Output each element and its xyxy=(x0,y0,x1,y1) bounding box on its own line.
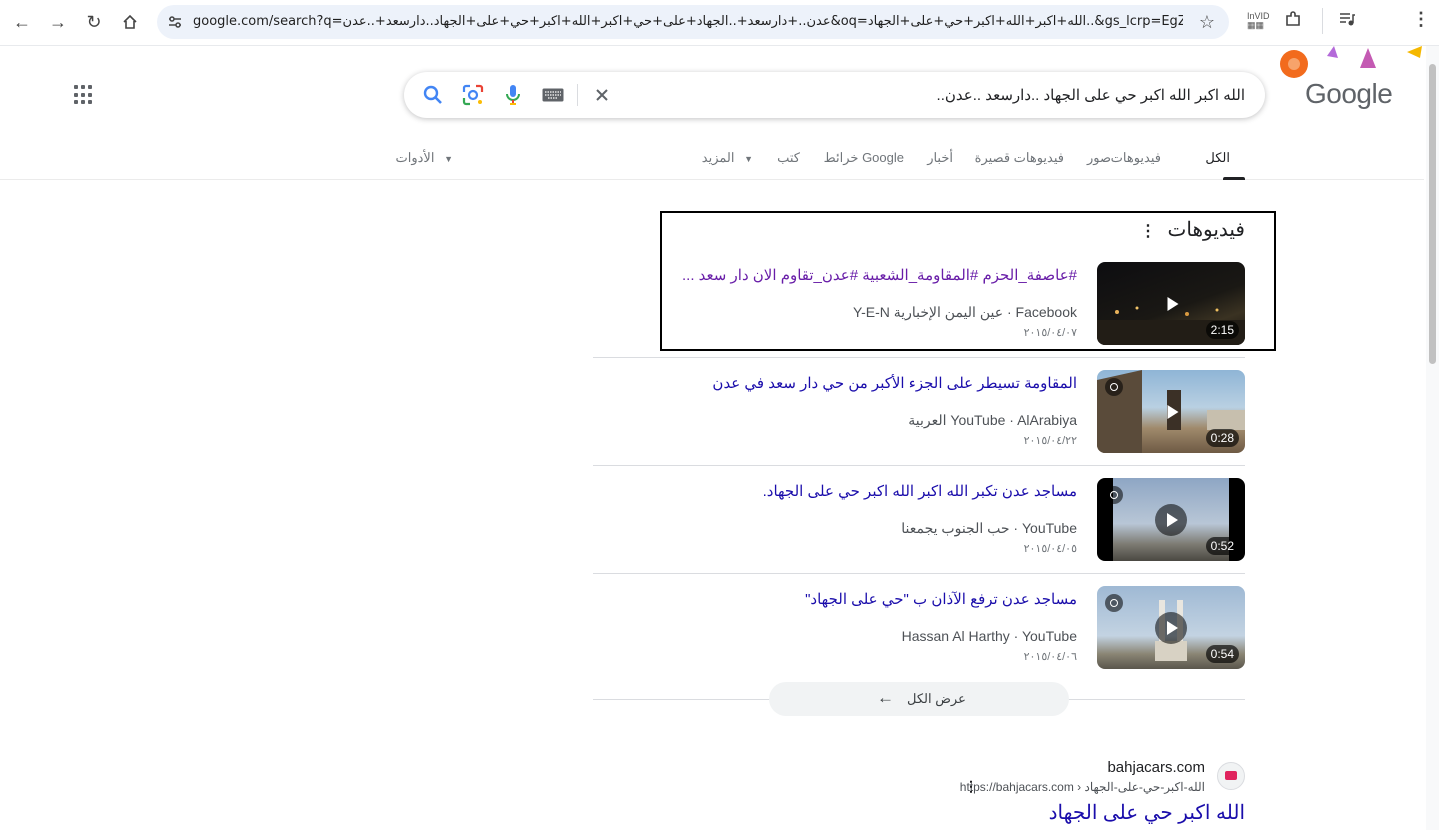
result-site-name[interactable]: bahjacars.com xyxy=(1107,759,1205,776)
toolbar-divider xyxy=(1322,8,1323,34)
video-thumbnail[interactable]: 0:52 xyxy=(1097,478,1245,561)
video-date: ٢٠١٥/٠٤/٠٦ xyxy=(1023,651,1077,663)
browser-toolbar: ← → ↻ google.com/search?q=عدن..+دارسعد+.… xyxy=(0,0,1439,46)
play-icon xyxy=(1167,296,1179,311)
back-icon[interactable]: ← xyxy=(8,8,36,36)
address-bar[interactable]: google.com/search?q=عدن..+دارسعد+..الجها… xyxy=(157,5,1229,39)
video-thumbnail[interactable]: 0:54 xyxy=(1097,586,1245,669)
tab-tools-label: الأدوات xyxy=(395,150,435,165)
extensions-puzzle-icon[interactable] xyxy=(1284,10,1302,31)
divider xyxy=(593,573,1245,574)
play-icon xyxy=(1155,611,1187,644)
video-date: ٢٠١٥/٠٤/٠٥ xyxy=(1023,543,1077,555)
video-meta: Hassan Al Harthy · YouTube xyxy=(901,628,1077,644)
video-thumbnail[interactable]: 2:15 xyxy=(1097,262,1245,345)
tab-images[interactable]: صور xyxy=(1087,150,1111,166)
video-duration: 0:52 xyxy=(1205,537,1239,555)
result-title[interactable]: الله اكبر حي على الجهاد xyxy=(1049,800,1245,825)
divider xyxy=(593,465,1245,466)
reload-icon[interactable]: ↻ xyxy=(80,8,108,36)
tab-more[interactable]: المزيد ▼ xyxy=(702,150,753,166)
tab-news[interactable]: أخبار xyxy=(927,150,953,166)
tab-tools[interactable]: الأدوات ▼ xyxy=(396,150,454,166)
video-date: ٢٠١٥/٠٤/٠٧ xyxy=(1023,327,1077,339)
search-box[interactable]: الله اكبر الله اكبر حي على الجهاد ..دارس… xyxy=(404,72,1265,118)
search-tabs: الكل فيديوهات صور فيديوهات قصيرة أخبار خ… xyxy=(0,140,1424,180)
keyboard-icon[interactable] xyxy=(541,83,565,107)
expand-icon xyxy=(1105,594,1123,612)
view-all-label: عرض الكل xyxy=(907,691,966,706)
tab-all[interactable]: الكل xyxy=(1205,150,1230,166)
google-lens-icon[interactable] xyxy=(461,83,485,107)
video-title[interactable]: المقاومة تسيطر على الجزء الأكبر من حي دا… xyxy=(712,374,1077,392)
video-title[interactable]: #عاصفة_الحزم #المقاومة_الشعبية #عدن_تقاو… xyxy=(682,266,1077,284)
tab-maps[interactable]: خرائط Google xyxy=(824,150,904,166)
expand-icon xyxy=(1105,486,1123,504)
browser-menu-icon[interactable]: ⋮ xyxy=(1412,9,1430,30)
video-meta: YouTube · AlArabiya العربية xyxy=(908,412,1077,428)
active-tab-indicator xyxy=(1223,177,1245,180)
chevron-down-icon: ▼ xyxy=(744,154,753,164)
chevron-down-icon: ▼ xyxy=(444,154,453,164)
scrollbar[interactable] xyxy=(1426,46,1439,830)
video-duration: 0:28 xyxy=(1205,429,1239,447)
video-duration: 2:15 xyxy=(1205,321,1239,339)
search-divider xyxy=(577,84,578,106)
tab-videos[interactable]: فيديوهات xyxy=(1111,150,1161,166)
play-icon xyxy=(1167,404,1179,419)
site-info-icon[interactable] xyxy=(167,14,183,30)
media-control-icon[interactable] xyxy=(1338,10,1356,31)
video-title[interactable]: مساجد عدن تكبر الله اكبر الله اكبر حي عل… xyxy=(763,482,1077,500)
url-text[interactable]: google.com/search?q=عدن..+دارسعد+..الجها… xyxy=(193,14,1183,29)
video-thumbnail[interactable]: 0:28 xyxy=(1097,370,1245,453)
video-meta: Facebook · عين اليمن الإخبارية Y-E-N xyxy=(853,304,1077,320)
clear-icon[interactable] xyxy=(590,83,614,107)
expand-icon xyxy=(1105,378,1123,396)
logo-text: Google xyxy=(1305,78,1393,109)
tab-more-label: المزيد xyxy=(701,150,735,165)
bookmark-star-icon[interactable]: ☆ xyxy=(1199,12,1215,33)
search-icon[interactable] xyxy=(421,83,445,107)
tab-short-videos[interactable]: فيديوهات قصيرة xyxy=(975,150,1064,166)
video-meta: YouTube · حب الجنوب يجمعنا xyxy=(901,520,1077,536)
google-apps-icon[interactable] xyxy=(74,85,94,105)
arrow-left-icon: ← xyxy=(877,688,894,707)
view-all-button[interactable]: ← عرض الكل xyxy=(769,682,1069,716)
video-title[interactable]: مساجد عدن ترفع الآذان ب "حي على الجهاد" xyxy=(805,590,1077,608)
scrollbar-thumb[interactable] xyxy=(1429,64,1436,364)
site-favicon-icon[interactable] xyxy=(1217,762,1245,790)
video-date: ٢٠١٥/٠٤/٢٢ xyxy=(1023,435,1077,447)
microphone-icon[interactable] xyxy=(501,83,525,107)
video-duration: 0:54 xyxy=(1205,645,1239,663)
result-more-icon[interactable]: ⋮ xyxy=(964,778,978,795)
invid-extension-icon[interactable]: InVID ▦▦ xyxy=(1247,12,1270,30)
result-url[interactable]: https://bahjacars.com › الله-اكبر-حي-على… xyxy=(960,780,1205,794)
divider xyxy=(593,357,1245,358)
play-icon xyxy=(1155,503,1187,536)
home-icon[interactable] xyxy=(116,8,144,36)
tab-books[interactable]: كتب xyxy=(777,150,800,166)
search-input[interactable]: الله اكبر الله اكبر حي على الجهاد ..دارس… xyxy=(937,86,1245,104)
forward-icon[interactable]: → xyxy=(44,8,72,36)
